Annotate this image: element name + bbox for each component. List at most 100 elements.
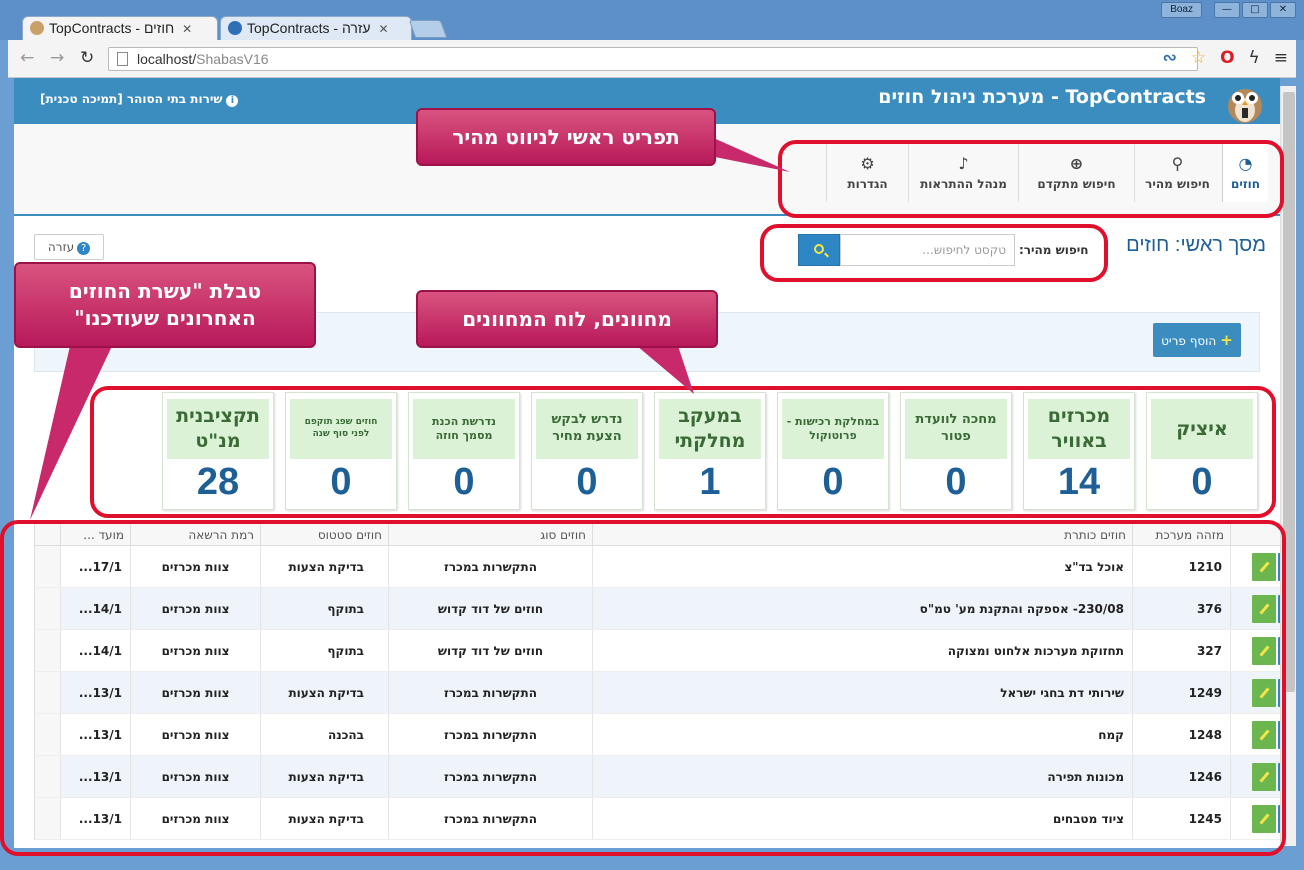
column-header[interactable]: חוזים כותרת — [592, 523, 1133, 546]
status-cell: בדיקת הצעות — [260, 755, 389, 798]
quick-search-input[interactable]: טקסט לחיפוש... — [840, 234, 1015, 266]
table-row[interactable]: 327 תחזוקת מערכות אלחוט ומצוקה חוזים של דו… — [34, 629, 1280, 672]
support-link[interactable]: iשירות בתי הסוהר [תמיכה טכנית] — [40, 92, 239, 107]
forward-icon[interactable]: → — [50, 48, 64, 68]
column-header[interactable]: מזהה מערכת — [1132, 523, 1231, 546]
extension-icon[interactable]: ∾ — [1163, 48, 1177, 68]
close-window-icon[interactable]: ✕ — [1270, 2, 1296, 18]
edit-pencil-icon[interactable] — [1251, 594, 1276, 623]
table-row[interactable]: 376 230/08- אספקה והתקנת מע' טמ"ס חוזים של… — [34, 587, 1280, 630]
help-button[interactable]: ?עזרה — [34, 234, 104, 260]
menu-item-settings[interactable]: ⚙ הגדרות — [826, 144, 908, 202]
profile-badge[interactable]: Boaz — [1161, 2, 1202, 18]
dashboard-card[interactable]: נדרש לבקש הצעת מחיר 0 — [531, 392, 643, 510]
dashboard-card[interactable]: מחכה לוועדת פטור 0 — [900, 392, 1012, 510]
column-header[interactable]: רמת הרשאה — [130, 523, 261, 546]
table-row[interactable]: 1210 אוכל בד"צ התקשרות במכרז בדיקת הצעות צוו… — [34, 545, 1280, 588]
dashboard-card-label: איציק — [1151, 399, 1253, 459]
menu-item-contracts[interactable]: ◔ חוזים — [1222, 144, 1268, 202]
maximize-icon[interactable]: □ — [1242, 2, 1268, 18]
status-cell: בדיקת הצעות — [260, 797, 389, 840]
question-icon: ? — [77, 242, 91, 255]
page-icon — [117, 52, 128, 66]
system-id-cell: 327 — [1132, 629, 1231, 672]
edit-pencil-icon[interactable] — [1251, 678, 1276, 707]
dashboard-card[interactable]: חוזים שפג תוקפם לפני סוף שנה 0 — [285, 392, 397, 510]
dashboard-card-label: חוזים שפג תוקפם לפני סוף שנה — [290, 399, 392, 459]
search-icon — [814, 244, 824, 254]
recent-contracts-table: פעולהמזהה מערכתחוזים כותרתחוזים סוגחוזים… — [34, 522, 1280, 848]
permission-cell: צוות מכרזים — [130, 545, 261, 588]
minimize-icon[interactable]: — — [1214, 2, 1240, 18]
table-scroll-gutter — [34, 797, 61, 840]
bookmark-star-icon[interactable]: ☆ — [1191, 48, 1206, 68]
menu-item-alerts-manager[interactable]: ♪ מנהל ההתראות — [908, 144, 1018, 202]
tab-strip: TopContracts - חוזים ✕ TopContracts - עזר… — [0, 0, 1304, 40]
help-favicon-icon — [228, 21, 242, 35]
action-cell — [1230, 671, 1280, 714]
column-header[interactable]: פעולה — [1230, 523, 1280, 546]
dashboard-gauge-icon: ◔ — [1238, 154, 1253, 173]
address-bar[interactable]: localhost/ShabasV16 — [108, 47, 1198, 71]
zoom-in-icon: ⊕ — [1069, 154, 1084, 173]
dashboard-card-label: תקציבנית מנ"ט — [167, 399, 269, 459]
dashboard-card[interactable]: תקציבנית מנ"ט 28 — [162, 392, 274, 510]
close-tab-icon[interactable]: ✕ — [182, 22, 192, 36]
dashboard-card-value: 14 — [1057, 461, 1101, 503]
add-item-button[interactable]: +הוסף פריט — [1153, 323, 1241, 357]
tab-help[interactable]: TopContracts - עזרה ✕ — [220, 16, 412, 40]
date-cell: 13/1... — [60, 755, 131, 798]
dashboard-card[interactable]: במעקב מחלקתי 1 — [654, 392, 766, 510]
type-cell: התקשרות במכרז — [388, 545, 593, 588]
table-row[interactable]: 1249 שירותי דת בחגי ישראל התקשרות במכרז בדי… — [34, 671, 1280, 714]
edit-pencil-icon[interactable] — [1251, 552, 1276, 581]
menu-item-quick-search[interactable]: ⚲ חיפוש מהיר — [1134, 144, 1220, 202]
date-cell: 14/1... — [60, 629, 131, 672]
dashboard-card-label: מכרזים באוויר — [1028, 399, 1130, 459]
opera-icon[interactable]: O — [1220, 48, 1234, 68]
type-cell: חוזים של דוד קדוש — [388, 587, 593, 630]
callout-table: טבלת "עשרת החוזים האחרונים שעודכנו" — [14, 262, 316, 348]
dashboard-card[interactable]: במחלקת רכישות - פרוטוקול 0 — [777, 392, 889, 510]
status-cell: בתוקף — [260, 629, 389, 672]
table-row[interactable]: 1248 קמח התקשרות במכרז בהכנה צוות מכרזים 13/1… — [34, 713, 1280, 756]
dashboard-card[interactable]: מכרזים באוויר 14 — [1023, 392, 1135, 510]
dashboard-card-value: 1 — [699, 461, 721, 503]
owl-logo-icon — [1228, 89, 1262, 123]
edit-pencil-icon[interactable] — [1251, 804, 1276, 833]
permission-cell: צוות מכרזים — [130, 671, 261, 714]
back-icon[interactable]: ← — [20, 48, 34, 68]
column-header[interactable]: חוזים סטטוס — [260, 523, 389, 546]
type-cell: התקשרות במכרז — [388, 713, 593, 756]
action-cell — [1230, 587, 1280, 630]
edit-pencil-icon[interactable] — [1251, 762, 1276, 791]
permission-cell: צוות מכרזים — [130, 755, 261, 798]
edit-pencil-icon[interactable] — [1251, 636, 1276, 665]
dashboard-card[interactable]: איציק 0 — [1146, 392, 1258, 510]
page-scrollbar[interactable] — [1280, 86, 1296, 846]
table-row[interactable]: 1246 מכונות תפירה התקשרות במכרז בדיקת הצעות… — [34, 755, 1280, 798]
bell-icon: ♪ — [958, 154, 969, 173]
dashboard-card-value: 0 — [576, 461, 598, 503]
menu-item-advanced-search[interactable]: ⊕ חיפוש מתקדם — [1018, 144, 1134, 202]
quick-search-button[interactable] — [798, 234, 840, 266]
column-header[interactable]: חוזים סוג — [388, 523, 593, 546]
owl-favicon-icon — [30, 21, 44, 35]
permission-cell: צוות מכרזים — [130, 713, 261, 756]
new-tab-button[interactable] — [408, 20, 448, 38]
date-cell: 14/1... — [60, 587, 131, 630]
lightning-icon[interactable]: ϟ — [1249, 48, 1260, 68]
action-cell — [1230, 797, 1280, 840]
reload-icon[interactable]: ↻ — [80, 48, 94, 68]
column-header[interactable]: מועד ... — [60, 523, 131, 546]
scrollbar-thumb[interactable] — [1283, 92, 1295, 692]
close-tab-icon[interactable]: ✕ — [379, 22, 389, 36]
tab-contracts[interactable]: TopContracts - חוזים ✕ — [22, 16, 218, 40]
dashboard-card[interactable]: נדרשת הכנת מסמך חוזה 0 — [408, 392, 520, 510]
edit-pencil-icon[interactable] — [1251, 720, 1276, 749]
menu-icon[interactable]: ≡ — [1274, 48, 1288, 68]
title-cell: 230/08- אספקה והתקנת מע' טמ"ס — [592, 587, 1133, 630]
table-row[interactable]: 1245 ציוד מטבחים התקשרות במכרז בדיקת הצעות צ… — [34, 797, 1280, 840]
app-title: TopContracts - מערכת ניהול חוזים — [878, 86, 1206, 108]
system-id-cell: 1245 — [1132, 797, 1231, 840]
